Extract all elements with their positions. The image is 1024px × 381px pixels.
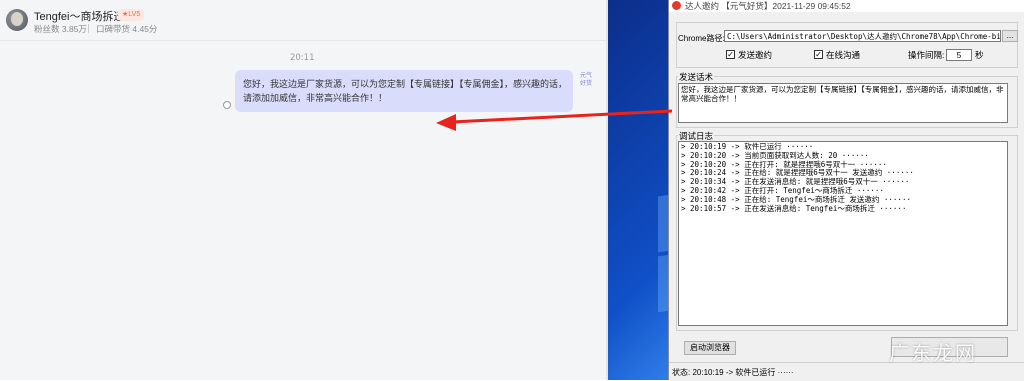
red-arrow-icon: [436, 109, 673, 131]
